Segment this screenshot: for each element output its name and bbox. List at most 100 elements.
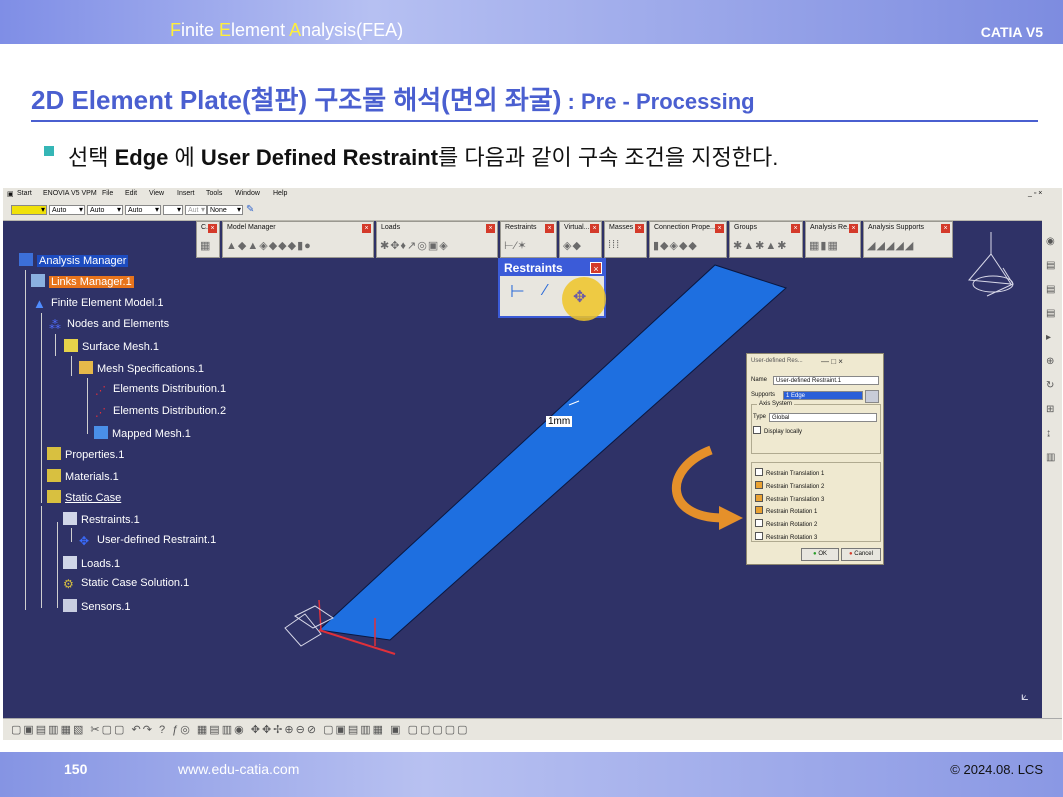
slide-title-sub: : Pre - Processing bbox=[561, 89, 755, 114]
bullet-bold-restraint: User Defined Restraint bbox=[200, 145, 439, 170]
restraints-popup-title: Restraints bbox=[500, 260, 604, 276]
header-title-part: nalysis(FEA) bbox=[301, 20, 404, 40]
clamp-icon[interactable]: ⊢ bbox=[510, 282, 525, 302]
tree-node-materials[interactable]: Materials.1 bbox=[47, 469, 119, 483]
brand-label: CATIA V5 bbox=[980, 24, 1043, 40]
header-title-initial-e: E bbox=[219, 20, 232, 40]
tree-node-elements-distribution-2[interactable]: ⋰ Elements Distribution.2 bbox=[95, 405, 226, 419]
solution-icon: ⚙ bbox=[63, 577, 74, 591]
tree-line bbox=[41, 313, 42, 503]
plate-surface[interactable] bbox=[317, 264, 787, 641]
dialog-window-controls[interactable]: — □ × bbox=[821, 357, 843, 366]
tree-label: Elements Distribution.1 bbox=[113, 383, 227, 395]
tree-node-static-case[interactable]: Static Case bbox=[47, 490, 121, 504]
tree-label: Nodes and Elements bbox=[67, 318, 170, 330]
bullet-part: 선택 bbox=[68, 145, 115, 170]
user-defined-restraint-icon[interactable]: ✥ bbox=[573, 287, 586, 307]
tree-node-loads[interactable]: Loads.1 bbox=[63, 556, 120, 570]
restrain-option[interactable]: Restrain Translation 1 bbox=[755, 468, 824, 477]
supports-edit-icon[interactable] bbox=[865, 390, 879, 403]
bottom-toolbar[interactable]: ▢▣▤▥▦▧ ✂▢▢ ↶↷ ? ƒ◎ ▦▤▥◉ ✥✥✢⊕⊖⊘ ▢▣▤▥▦ ▣ ▢… bbox=[3, 718, 1062, 740]
right-toolbar-icons[interactable]: ◉ ▤ ▤ ▤ ▸ ⊕ ↻ ⊞ ↨ ▥ bbox=[1046, 230, 1055, 470]
checkbox-checked[interactable] bbox=[755, 481, 763, 489]
footer-copyright: © 2024.08. LCS bbox=[950, 762, 1043, 777]
cancel-icon: ● bbox=[849, 551, 853, 557]
tree-node-solution[interactable]: ⚙ Static Case Solution.1 bbox=[63, 577, 190, 591]
tree-line bbox=[57, 522, 58, 608]
restrain-option[interactable]: Restrain Translation 2 bbox=[755, 481, 824, 490]
page-number: 150 bbox=[64, 761, 88, 777]
tree-node-mesh-specs[interactable]: Mesh Specifications.1 bbox=[79, 361, 204, 375]
tree-label: Restraints.1 bbox=[81, 514, 140, 526]
option-label: Restrain Translation 2 bbox=[766, 484, 825, 490]
tree-node-restraints[interactable]: Restraints.1 bbox=[63, 512, 140, 526]
option-label: Restrain Translation 1 bbox=[766, 471, 825, 477]
tree-label: Mapped Mesh.1 bbox=[112, 428, 191, 440]
compass-icon[interactable] bbox=[968, 232, 1014, 297]
header-title-initial-a: A bbox=[289, 20, 302, 40]
tree-label: Materials.1 bbox=[65, 471, 119, 483]
tree-node-mapped-mesh[interactable]: Mapped Mesh.1 bbox=[94, 426, 191, 440]
restrain-option[interactable]: Restrain Rotation 1 bbox=[755, 506, 817, 515]
cancel-button[interactable]: ● Cancel bbox=[841, 548, 881, 561]
checkbox-checked[interactable] bbox=[755, 506, 763, 514]
tree-node-analysis-manager[interactable]: Analysis Manager bbox=[19, 253, 129, 267]
restraints-icon bbox=[63, 512, 77, 525]
restrain-option[interactable]: Restrain Translation 3 bbox=[755, 494, 824, 503]
tree-label: Links Manager.1 bbox=[49, 276, 134, 288]
tree-line bbox=[87, 378, 88, 434]
type-label: Type bbox=[753, 414, 767, 420]
tree-label: Static Case Solution.1 bbox=[81, 577, 190, 589]
display-locally-option[interactable]: Display locally bbox=[753, 426, 802, 435]
bullet-part: 에 bbox=[168, 145, 201, 170]
catia-window: ▣ Start ENOVIA V5 VPM File Edit View Ins… bbox=[3, 188, 1062, 740]
tree-node-elements-distribution-1[interactable]: ⋰ Elements Distribution.1 bbox=[95, 383, 226, 397]
supports-label: Supports bbox=[751, 392, 776, 398]
checkbox[interactable] bbox=[753, 426, 761, 434]
header-title-initial-f: F bbox=[170, 20, 181, 40]
tree-label: Mesh Specifications.1 bbox=[97, 363, 204, 375]
header-title-part: inite bbox=[181, 20, 220, 40]
display-locally-label: Display locally bbox=[764, 429, 803, 435]
close-icon[interactable]: × bbox=[590, 262, 602, 274]
tree-label: Sensors.1 bbox=[81, 601, 131, 613]
surface-slider-icon[interactable]: ⁄ bbox=[544, 282, 547, 300]
static-case-icon bbox=[47, 490, 61, 503]
axis-corner-icon: ⟀ bbox=[1021, 689, 1029, 704]
tree-node-properties[interactable]: Properties.1 bbox=[47, 447, 124, 461]
tree-label: Static Case bbox=[65, 492, 122, 504]
pointer-arrowhead bbox=[719, 506, 743, 530]
dialog-title: User-defined Res... bbox=[751, 358, 803, 364]
sensors-icon bbox=[63, 599, 77, 612]
name-field[interactable]: User-defined Restraint.1 bbox=[773, 376, 879, 385]
right-toolbar[interactable]: ◉ ▤ ▤ ▤ ▸ ⊕ ↻ ⊞ ↨ ▥ bbox=[1042, 220, 1062, 718]
restrain-option[interactable]: Restrain Rotation 3 bbox=[755, 532, 817, 541]
tree-node-user-defined-restraint[interactable]: ✥ User-defined Restraint.1 bbox=[79, 534, 216, 548]
supports-field[interactable]: 1 Edge bbox=[783, 391, 863, 400]
tree-node-nodes-elements[interactable]: ⁂ Nodes and Elements bbox=[49, 318, 170, 332]
slide-title-main: 2D Element Plate(철판) 구조물 해석(면외 좌굴) bbox=[31, 85, 562, 115]
checkbox[interactable] bbox=[755, 532, 763, 540]
slide-title: 2D Element Plate(철판) 구조물 해석(면외 좌굴) : Pre… bbox=[31, 80, 755, 117]
option-label: Restrain Translation 3 bbox=[766, 497, 825, 503]
tree-label: Finite Element Model.1 bbox=[51, 297, 164, 309]
bottom-toolbar-icons[interactable]: ▢▣▤▥▦▧ ✂▢▢ ↶↷ ? ƒ◎ ▦▤▥◉ ✥✥✢⊕⊖⊘ ▢▣▤▥▦ ▣ ▢… bbox=[11, 723, 470, 736]
ok-button[interactable]: ● OK bbox=[801, 548, 839, 561]
axis-system-label: Axis System bbox=[757, 401, 795, 407]
checkbox[interactable] bbox=[755, 468, 763, 476]
header-band bbox=[0, 0, 1063, 44]
tree-node-fem[interactable]: ▲ Finite Element Model.1 bbox=[33, 296, 164, 311]
tree-node-surface-mesh[interactable]: Surface Mesh.1 bbox=[64, 339, 159, 353]
restraint-marker bbox=[318, 599, 322, 631]
restrain-option[interactable]: Restrain Rotation 2 bbox=[755, 519, 817, 528]
checkbox[interactable] bbox=[755, 519, 763, 527]
pointer-arrow bbox=[671, 445, 724, 523]
tree-node-links-manager[interactable]: Links Manager.1 bbox=[31, 274, 134, 288]
tree-node-sensors[interactable]: Sensors.1 bbox=[63, 599, 131, 613]
fem-icon: ▲ bbox=[33, 296, 46, 311]
materials-icon bbox=[47, 469, 61, 482]
dimension-label: 1mm bbox=[546, 416, 573, 427]
type-select[interactable]: Global bbox=[769, 413, 877, 422]
header-title: Finite Element Analysis(FEA) bbox=[170, 20, 403, 41]
checkbox-checked[interactable] bbox=[755, 494, 763, 502]
